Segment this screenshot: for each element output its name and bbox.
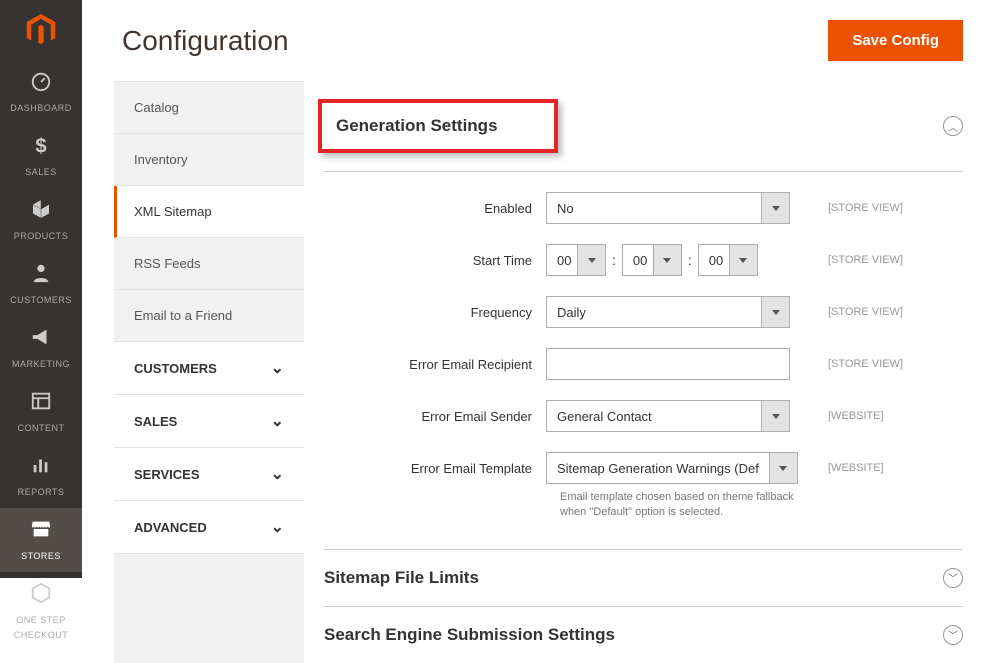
chevron-down-icon: ⌄ [271,358,284,378]
field-enabled: Enabled No [STORE VIEW] [324,192,963,224]
tab-inventory[interactable]: Inventory [114,134,304,186]
expand-icon[interactable]: ﹀ [943,625,963,645]
group-label: CUSTOMERS [134,361,217,376]
tab-group-customers[interactable]: CUSTOMERS ⌄ [114,342,304,395]
chevron-down-icon[interactable] [729,245,757,275]
nav-item-dashboard[interactable]: DASHBOARD [0,60,82,124]
field-label: Start Time [324,253,546,268]
group-label: ADVANCED [134,520,207,535]
field-start-time: Start Time 00 : 00 : 00 [STORE VIEW] [324,244,963,276]
chevron-down-icon: ⌄ [271,517,284,537]
nav-item-marketing[interactable]: MARKETING [0,316,82,380]
nav-label: SALES [25,167,57,177]
section-header-search-engine[interactable]: Search Engine Submission Settings ﹀ [324,606,963,663]
field-label: Error Email Recipient [324,357,546,372]
nav-label: PRODUCTS [14,231,69,241]
nav-label: STORES [21,551,61,561]
highlight-annotation: Generation Settings [318,99,558,153]
frequency-select[interactable]: Daily [546,296,790,328]
field-label: Error Email Template [324,461,546,476]
tab-catalog[interactable]: Catalog [114,82,304,134]
section-title: Generation Settings [336,116,498,135]
nav-label: CONTENT [18,423,65,433]
field-note: Email template chosen based on theme fal… [560,490,804,521]
field-error-template: Error Email Template Sitemap Generation … [324,452,963,484]
scope-label: [STORE VIEW] [828,358,903,370]
nav-label: MARKETING [12,359,70,369]
nav-item-products[interactable]: PRODUCTS [0,188,82,252]
field-label: Error Email Sender [324,409,546,424]
config-tabs: CatalogInventoryXML SitemapRSS FeedsEmai… [114,81,304,663]
section-title: Search Engine Submission Settings [324,625,615,645]
cube-icon [0,198,82,223]
svg-text:$: $ [35,135,46,156]
tab-email-to-a-friend[interactable]: Email to a Friend [114,290,304,342]
layout-icon [0,390,82,415]
scope-label: [STORE VIEW] [828,306,903,318]
separator: : [688,252,692,268]
nav-label: REPORTS [18,487,65,497]
scope-label: [WEBSITE] [828,462,884,474]
dollar-icon: $ [0,134,82,159]
start-time-minute-select[interactable]: 00 [622,244,682,276]
scope-label: [WEBSITE] [828,410,884,422]
error-sender-select[interactable]: General Contact [546,400,790,432]
nav-item-content[interactable]: CONTENT [0,380,82,444]
scope-label: [STORE VIEW] [828,254,903,266]
tab-xml-sitemap[interactable]: XML Sitemap [114,186,304,238]
chevron-down-icon[interactable] [653,245,681,275]
chevron-down-icon[interactable] [761,297,789,327]
error-template-select[interactable]: Sitemap Generation Warnings (Def [546,452,798,484]
chevron-down-icon: ⌄ [271,464,284,484]
field-error-sender: Error Email Sender General Contact [WEBS… [324,400,963,432]
nav-label: DASHBOARD [10,103,72,113]
nav-item-stores[interactable]: STORES [0,508,82,572]
config-panel: Generation Settings ︿ Enabled No [STORE … [304,81,993,663]
store-icon [0,518,82,543]
person-icon [0,262,82,287]
megaphone-icon [0,326,82,351]
nav-label: CUSTOMERS [10,295,72,305]
admin-sidebar: DASHBOARD $ SALES PRODUCTS CUSTOMERS MARKETIN… [0,0,82,578]
nav-item-sales[interactable]: $ SALES [0,124,82,188]
group-label: SERVICES [134,467,200,482]
main-content: Configuration Save Config CatalogInvento… [82,0,993,663]
save-config-button[interactable]: Save Config [828,20,963,61]
section-header-file-limits[interactable]: Sitemap File Limits ﹀ [324,549,963,606]
chevron-down-icon[interactable] [761,193,789,223]
tab-group-advanced[interactable]: ADVANCED ⌄ [114,501,304,554]
chevron-down-icon[interactable] [761,401,789,431]
collapse-icon[interactable]: ︿ [943,116,963,136]
magento-logo[interactable] [0,0,82,60]
tab-rss-feeds[interactable]: RSS Feeds [114,238,304,290]
group-label: SALES [134,414,177,429]
scope-label: [STORE VIEW] [828,202,903,214]
separator: : [612,252,616,268]
chevron-down-icon[interactable] [769,453,797,483]
field-error-recipient: Error Email Recipient [STORE VIEW] [324,348,963,380]
chevron-down-icon[interactable] [577,245,605,275]
chevron-down-icon: ⌄ [271,411,284,431]
error-recipient-input[interactable] [546,348,790,380]
field-frequency: Frequency Daily [STORE VIEW] [324,296,963,328]
tab-group-services[interactable]: SERVICES ⌄ [114,448,304,501]
page-header: Configuration Save Config [82,0,993,81]
nav-item-customers[interactable]: CUSTOMERS [0,252,82,316]
start-time-second-select[interactable]: 00 [698,244,758,276]
enabled-select[interactable]: No [546,192,790,224]
page-title: Configuration [122,25,289,57]
field-label: Frequency [324,305,546,320]
field-label: Enabled [324,201,546,216]
nav-item-reports[interactable]: REPORTS [0,444,82,508]
dashboard-icon [0,70,82,95]
start-time-hour-select[interactable]: 00 [546,244,606,276]
tab-group-sales[interactable]: SALES ⌄ [114,395,304,448]
section-header-generation[interactable]: Generation Settings ︿ [324,81,963,172]
bars-icon [0,454,82,479]
